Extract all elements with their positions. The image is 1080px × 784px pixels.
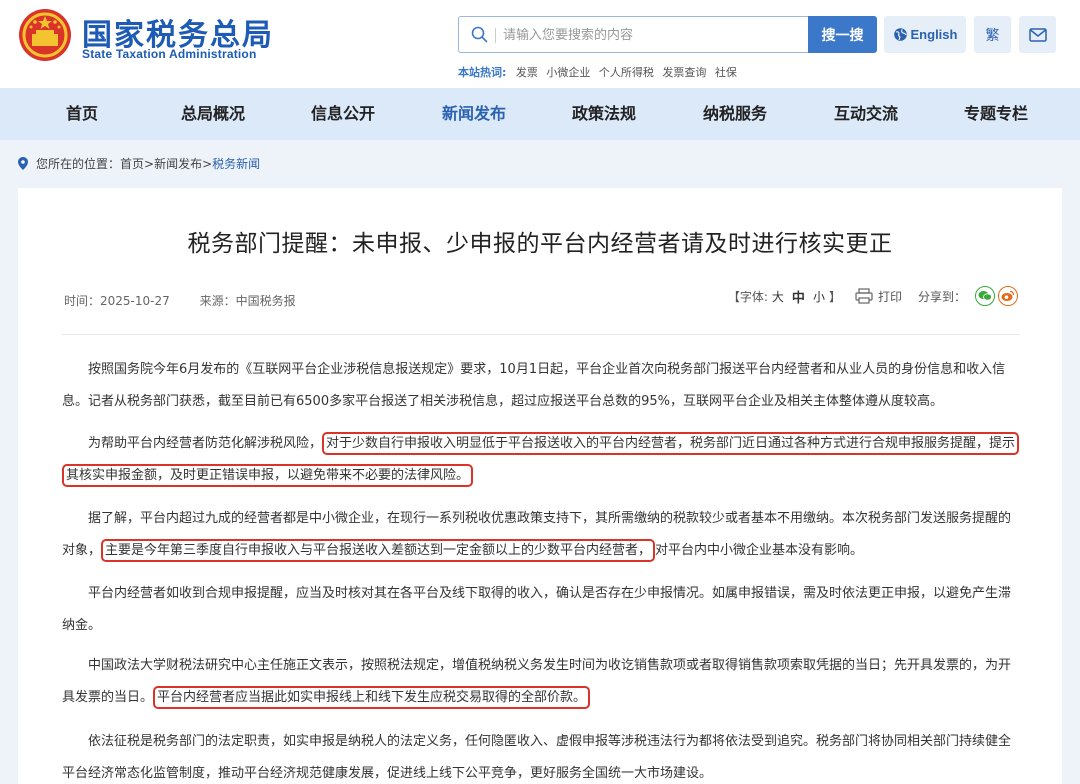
traditional-chinese-button[interactable]: 繁	[974, 16, 1011, 53]
weibo-share-icon[interactable]	[998, 286, 1018, 306]
national-emblem-icon[interactable]	[18, 8, 72, 62]
font-size-label: 【字体:	[727, 289, 768, 304]
nav-item-policy[interactable]: 政策法规	[572, 88, 636, 140]
article-tools: 【字体: 大 中 小 】 打印 分享到：	[728, 286, 1018, 306]
mail-button[interactable]	[1019, 16, 1056, 53]
print-button[interactable]: 打印	[878, 288, 902, 305]
nav-item-interaction[interactable]: 互动交流	[834, 88, 898, 140]
breadcrumb-prefix: 您所在的位置：	[36, 157, 121, 171]
breadcrumb: 您所在的位置： 首页>新闻发布> 税务新闻	[18, 155, 260, 172]
search-icon	[471, 26, 488, 43]
hotword-link[interactable]: 发票	[516, 66, 538, 79]
nav-item-topics[interactable]: 专题专栏	[964, 88, 1028, 140]
search-input[interactable]	[503, 21, 803, 49]
mail-icon	[1028, 27, 1047, 42]
breadcrumb-current[interactable]: 税务新闻	[212, 155, 260, 172]
nav-item-disclosure[interactable]: 信息公开	[311, 88, 375, 140]
article-paragraph: 为帮助平台内经营者防范化解涉税风险， 对于少数自行申报收入明显低于平台报送收入的平…	[62, 428, 1022, 492]
site-header: 国家税务总局 State Taxation Administration 搜一搜…	[0, 0, 1080, 88]
font-medium-button[interactable]: 中	[792, 287, 805, 306]
hotwords-label: 本站热词:	[458, 66, 507, 79]
hotword-link[interactable]: 个人所得税	[599, 66, 654, 79]
meta-divider	[62, 334, 1020, 335]
paragraph-text: 为帮助平台内经营者防范化解涉税风险，	[88, 436, 323, 451]
highlighted-text: 平台内经营者应当据此如实申报线上和线下发生应税交易取得的全部价款。	[153, 686, 591, 709]
nav-item-news[interactable]: 新闻发布	[442, 88, 506, 140]
font-size-close: 】	[828, 289, 841, 304]
article-paragraph: 中国政法大学财税法研究中心主任施正文表示，按照税法规定，增值税纳税义务发生时间为…	[62, 650, 1022, 714]
search-separator	[495, 28, 496, 43]
article-source: 来源：中国税务报	[199, 294, 296, 308]
hotwords-bar: 本站热词: 发票 小微企业 个人所得税 发票查询 社保	[458, 64, 742, 80]
print-icon[interactable]	[855, 288, 873, 304]
hotword-link[interactable]: 小微企业	[546, 66, 590, 79]
article-paragraph: 平台内经营者如收到合规申报提醒，应当及时核对其在各平台及线下取得的收入，确认是否…	[62, 586, 1012, 633]
article-card: 税务部门提醒：未申报、少申报的平台内经营者请及时进行核实更正 时间：2025-1…	[18, 188, 1062, 784]
hotword-link[interactable]: 社保	[715, 66, 737, 79]
article-meta: 时间：2025-10-27 来源：中国税务报	[64, 292, 322, 309]
font-small-button[interactable]: 小	[813, 288, 825, 305]
site-name-en[interactable]: State Taxation Administration	[82, 47, 257, 61]
article-title: 税务部门提醒：未申报、少申报的平台内经营者请及时进行核实更正	[187, 231, 893, 257]
nav-item-service[interactable]: 纳税服务	[703, 88, 767, 140]
nav-item-home[interactable]: 首页	[66, 88, 98, 140]
nav-item-overview[interactable]: 总局概况	[181, 88, 245, 140]
english-button[interactable]: English	[884, 16, 966, 53]
location-pin-icon	[18, 157, 28, 170]
article-paragraph: 按照国务院今年6月发布的《互联网平台企业涉税信息报送规定》要求，10月1日起，平…	[62, 362, 1006, 409]
search-box	[458, 16, 810, 53]
article-paragraph: 依法征税是税务部门的法定职责，如实申报是纳税人的法定义务，任何隐匿收入、虚假申报…	[62, 734, 1012, 781]
globe-icon	[893, 28, 907, 41]
font-large-button[interactable]: 大	[772, 288, 784, 305]
main-nav: 首页 总局概况 信息公开 新闻发布 政策法规 纳税服务 互动交流 专题专栏	[0, 88, 1080, 140]
hotword-link[interactable]: 发票查询	[662, 66, 706, 79]
share-label: 分享到：	[917, 289, 966, 304]
breadcrumb-path[interactable]: 首页>新闻发布>	[120, 155, 212, 172]
highlighted-text: 主要是今年第三季度自行申报收入与平台报送收入差额达到一定金额以上的少数平台内经营…	[101, 539, 656, 562]
search-button[interactable]: 搜一搜	[808, 16, 877, 53]
article-paragraph: 据了解，平台内超过九成的经营者都是中小微企业，在现行一系列税收优惠政策支持下，其…	[62, 503, 1022, 567]
english-label: English	[910, 27, 958, 42]
article-date: 时间：2025-10-27	[64, 294, 170, 308]
paragraph-text: 对平台内中小微企业基本没有影响。	[655, 543, 864, 558]
wechat-share-icon[interactable]	[975, 286, 995, 306]
